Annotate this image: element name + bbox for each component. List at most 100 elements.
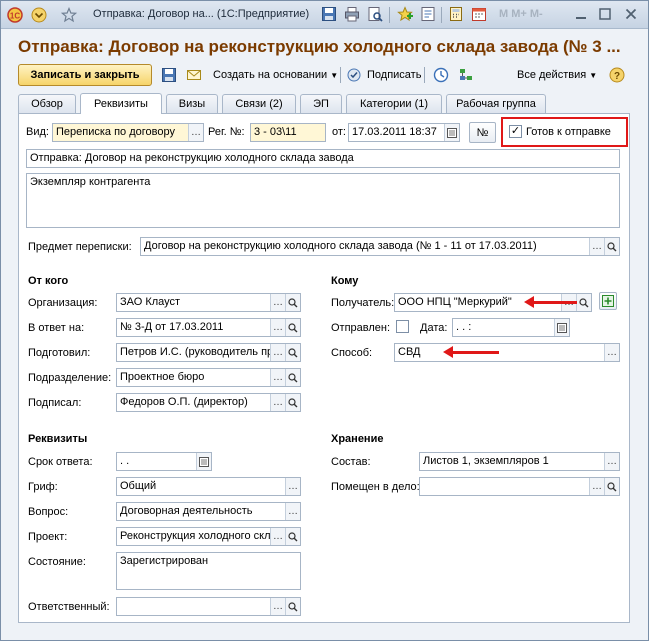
all-actions-button[interactable]: Все действия ▼ — [517, 69, 597, 81]
deadline-label: Срок ответа: — [28, 456, 93, 468]
structure-icon[interactable] — [458, 67, 474, 83]
responsible-field[interactable]: … — [116, 597, 301, 616]
search-icon[interactable] — [576, 294, 591, 311]
calculator-icon[interactable] — [448, 6, 464, 22]
select-button[interactable]: … — [589, 478, 604, 495]
kind-field[interactable]: Переписка по договору … — [52, 123, 204, 142]
sent-date-field[interactable]: . . : — [452, 318, 570, 337]
history-clock-icon[interactable] — [433, 67, 449, 83]
content-value: Листов 1, экземпляров 1 — [423, 455, 549, 467]
select-button[interactable]: … — [604, 453, 619, 470]
favorite-star-icon[interactable] — [61, 6, 77, 24]
recipient-label: Получатель: — [331, 297, 395, 309]
subject-field[interactable]: Отправка: Договор на реконструкцию холод… — [26, 149, 620, 168]
select-button[interactable]: … — [270, 369, 285, 386]
info-icon[interactable] — [420, 6, 436, 22]
organization-field[interactable]: ЗАО Клауст … — [116, 293, 301, 312]
minimize-icon[interactable] — [573, 6, 589, 22]
select-button[interactable]: … — [285, 503, 300, 520]
chevron-down-icon: ▼ — [589, 71, 598, 80]
calendar-icon[interactable] — [196, 453, 211, 470]
save-icon[interactable] — [161, 67, 177, 83]
form-title: Отправка: Договор на реконструкцию холод… — [18, 37, 621, 56]
search-icon[interactable] — [285, 528, 300, 545]
save-and-close-button[interactable]: Записать и закрыть — [18, 64, 152, 86]
select-button[interactable]: … — [270, 598, 285, 615]
sent-date-label: Дата: — [420, 322, 448, 334]
search-icon[interactable] — [285, 344, 300, 361]
reply-to-field[interactable]: № 3-Д от 17.03.2011 … — [116, 318, 301, 337]
search-icon[interactable] — [285, 598, 300, 615]
menu-dropdown-icon[interactable] — [31, 6, 47, 24]
search-icon[interactable] — [285, 394, 300, 411]
method-field[interactable]: СВД … — [394, 343, 620, 362]
select-button[interactable]: … — [270, 294, 285, 311]
signed-by-field[interactable]: Федоров О.П. (директор) … — [116, 393, 301, 412]
prepared-by-field[interactable]: Петров И.С. (руководитель прое … — [116, 343, 301, 362]
tab-digital-signature[interactable]: ЭП — [300, 94, 342, 113]
requisites-section-title: Реквизиты — [28, 433, 88, 445]
correspondence-field[interactable]: Договор на реконструкцию холодного склад… — [140, 237, 620, 256]
tab-categories[interactable]: Категории (1) — [346, 94, 442, 113]
mail-icon[interactable] — [186, 67, 202, 83]
project-field[interactable]: Реконструкция холодного склад … — [116, 527, 301, 546]
from-section-title: От кого — [28, 275, 69, 287]
comment-field[interactable]: Экземпляр контрагента — [26, 173, 620, 228]
select-button[interactable]: … — [270, 344, 285, 361]
svg-text:1С: 1С — [10, 12, 20, 21]
select-button[interactable]: … — [270, 528, 285, 545]
select-button[interactable]: … — [188, 124, 203, 141]
state-field[interactable]: Зарегистрирован — [116, 552, 301, 590]
question-field[interactable]: Договорная деятельность … — [116, 502, 301, 521]
tab-strip: Обзор Реквизиты Визы Связи (2) ЭП Катего… — [18, 93, 630, 114]
content-field[interactable]: Листов 1, экземпляров 1 … — [419, 452, 620, 471]
reg-number-field[interactable]: 3 - 03\11 — [250, 123, 326, 142]
tab-links[interactable]: Связи (2) — [222, 94, 296, 113]
reg-date-value: 17.03.2011 18:37 — [352, 126, 437, 138]
help-icon[interactable]: ? — [609, 67, 625, 83]
correspondence-label: Предмет переписки: — [28, 241, 132, 253]
maximize-icon[interactable] — [597, 6, 613, 22]
department-field[interactable]: Проектное бюро … — [116, 368, 301, 387]
select-button[interactable]: … — [589, 238, 604, 255]
all-actions-label: Все действия — [517, 69, 587, 81]
select-button[interactable]: … — [604, 344, 619, 361]
search-icon[interactable] — [285, 369, 300, 386]
app-logo-icon[interactable]: 1С — [7, 6, 23, 24]
ready-to-send-checkbox[interactable]: ✓ — [509, 125, 522, 138]
sent-checkbox[interactable] — [396, 320, 409, 333]
stamp-label: Гриф: — [28, 481, 58, 493]
reg-date-field[interactable]: 17.03.2011 18:37 — [348, 123, 460, 142]
print-icon[interactable] — [344, 6, 360, 22]
search-icon[interactable] — [604, 238, 619, 255]
close-icon[interactable] — [623, 6, 639, 22]
question-label: Вопрос: — [28, 506, 69, 518]
tab-overview[interactable]: Обзор — [18, 94, 76, 113]
stamp-field[interactable]: Общий … — [116, 477, 301, 496]
sign-icon[interactable] — [346, 67, 362, 83]
select-button[interactable]: … — [270, 394, 285, 411]
svg-text:?: ? — [614, 71, 620, 82]
search-icon[interactable] — [285, 319, 300, 336]
calendar-icon[interactable] — [471, 6, 487, 22]
tab-work-group[interactable]: Рабочая группа — [446, 94, 546, 113]
create-based-on-button[interactable]: Создать на основании ▼ — [213, 69, 338, 81]
search-icon[interactable] — [604, 478, 619, 495]
calendar-icon[interactable] — [444, 124, 459, 141]
tab-visas[interactable]: Визы — [166, 94, 218, 113]
create-based-on-label: Создать на основании — [213, 69, 328, 81]
save-icon[interactable] — [321, 6, 337, 22]
sign-button[interactable]: Подписать — [367, 69, 421, 81]
assign-number-button[interactable]: № — [469, 122, 496, 143]
select-button[interactable]: … — [285, 478, 300, 495]
select-button[interactable]: … — [270, 319, 285, 336]
add-favorite-icon[interactable] — [397, 6, 413, 22]
method-arrow — [443, 346, 499, 358]
search-icon[interactable] — [285, 294, 300, 311]
deadline-field[interactable]: . . — [116, 452, 212, 471]
calendar-icon[interactable] — [554, 319, 569, 336]
preview-icon[interactable] — [367, 6, 383, 22]
add-recipient-button[interactable] — [599, 292, 617, 310]
tab-requisites[interactable]: Реквизиты — [80, 93, 162, 114]
placed-in-case-field[interactable]: … — [419, 477, 620, 496]
